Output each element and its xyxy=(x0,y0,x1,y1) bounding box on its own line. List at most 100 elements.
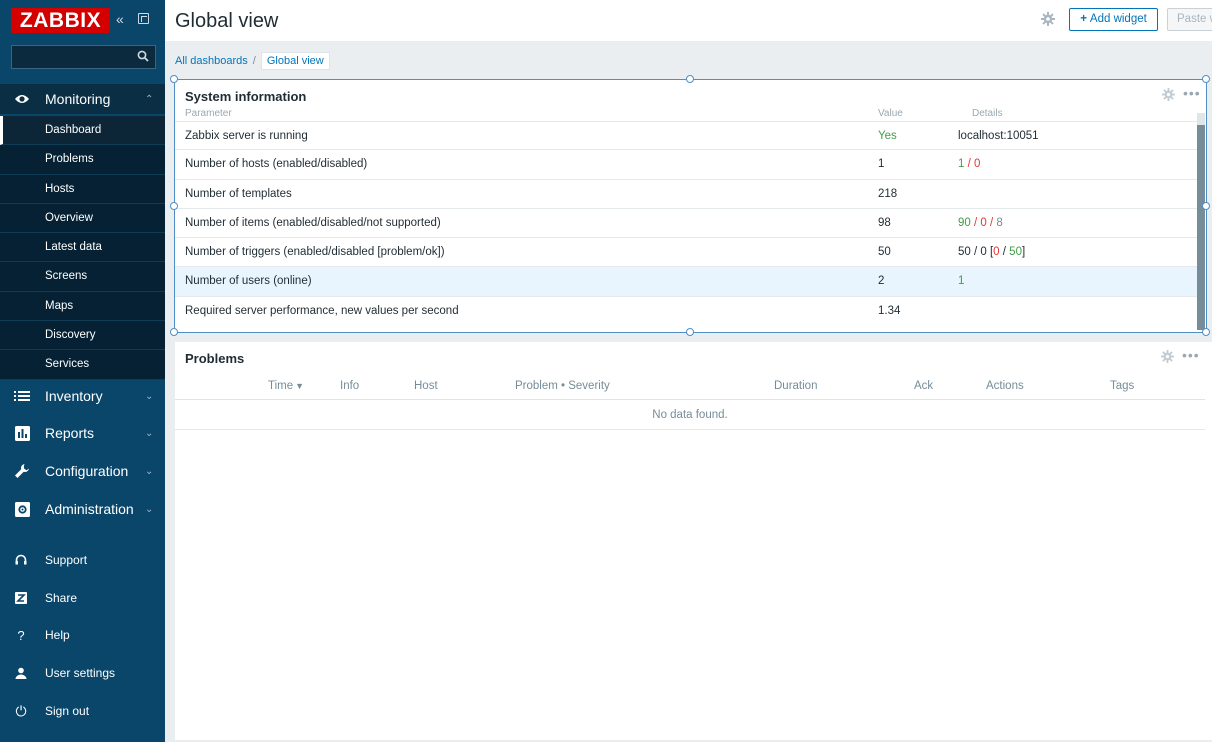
gear-icon[interactable] xyxy=(1041,12,1055,26)
breadcrumb-global-view[interactable]: Global view xyxy=(260,52,330,70)
add-widget-label: Add widget xyxy=(1089,13,1147,25)
add-widget-button[interactable]: + Add widget xyxy=(1069,8,1158,31)
hosts-separator: / xyxy=(964,158,974,171)
table-row: Number of users (online) 2 1 xyxy=(175,267,1197,297)
row-details: 1 xyxy=(958,275,965,288)
resize-handle[interactable] xyxy=(170,328,178,336)
submenu-item-latest-data[interactable]: Latest data xyxy=(0,233,165,263)
row-details: localhost:10051 xyxy=(958,130,1039,142)
system-information-widget[interactable]: System information ••• Parameter Value D… xyxy=(170,75,1210,336)
problems-widget[interactable]: Problems ••• Time ▼ Info Host Problem • S… xyxy=(175,342,1212,740)
sort-desc-icon: ▼ xyxy=(295,381,305,391)
scrollbar-track[interactable] xyxy=(1197,113,1205,330)
resize-handle[interactable] xyxy=(170,202,178,210)
admin-gear-icon xyxy=(7,501,37,517)
menu-configuration[interactable]: Configuration ⌄ xyxy=(0,452,165,490)
submenu-item-overview[interactable]: Overview xyxy=(0,204,165,234)
items-not-supported: 8 xyxy=(996,216,1003,229)
items-separator: / xyxy=(986,216,997,229)
submenu-item-maps[interactable]: Maps xyxy=(0,292,165,322)
resize-handle[interactable] xyxy=(1202,328,1210,336)
row-value: 1 xyxy=(878,158,885,171)
page-title: Global view xyxy=(175,10,279,32)
row-details: 90 / 0 / 8 xyxy=(958,217,1003,229)
triggers-separator: / xyxy=(999,246,1010,259)
sidebar-user-settings-label: User settings xyxy=(45,666,116,680)
resize-handle[interactable] xyxy=(686,75,694,83)
column-host: Host xyxy=(414,380,438,392)
submenu-item-hosts[interactable]: Hosts xyxy=(0,175,165,204)
menu-reports[interactable]: Reports ⌄ xyxy=(0,414,165,452)
paste-widget-button[interactable]: Paste w xyxy=(1167,8,1212,31)
row-parameter: Number of hosts (enabled/disabled) xyxy=(185,158,368,171)
column-time-label: Time xyxy=(268,380,294,392)
menu-monitoring-label: Monitoring xyxy=(45,91,111,107)
widget-menu-icon[interactable]: ••• xyxy=(1183,85,1201,101)
help-icon: ? xyxy=(17,627,25,643)
list-icon xyxy=(7,390,37,402)
triggers-suffix: ] xyxy=(1021,246,1026,259)
search-input[interactable] xyxy=(12,46,130,68)
submenu-item-dashboard[interactable]: Dashboard xyxy=(0,116,165,146)
column-problem-severity: Problem • Severity xyxy=(515,380,610,392)
search-box xyxy=(11,45,156,69)
plus-icon: + xyxy=(1080,13,1087,25)
sidebar-user-settings[interactable]: User settings xyxy=(0,658,165,688)
page-header: Global view +Add widget Paste w xyxy=(165,0,1212,41)
sidebar-sign-out-label: Sign out xyxy=(45,704,90,718)
row-value: 50 xyxy=(878,246,891,259)
row-value: 1.34 xyxy=(878,304,901,317)
column-header-value: Value xyxy=(878,108,903,116)
table-row: Number of items (enabled/disabled/not su… xyxy=(175,209,1197,239)
column-time[interactable]: Time ▼ xyxy=(268,380,304,392)
menu-administration[interactable]: Administration ⌄ xyxy=(0,490,165,528)
monitoring-submenu: Dashboard Problems Hosts Overview Latest… xyxy=(0,116,165,380)
widget-gear-icon[interactable] xyxy=(1161,350,1174,363)
no-data-message: No data found. xyxy=(175,400,1205,430)
widget-menu-icon[interactable]: ••• xyxy=(1182,347,1200,363)
submenu-item-services[interactable]: Services xyxy=(0,350,165,380)
sidebar-share[interactable]: Share xyxy=(0,583,165,613)
widget-gear-icon[interactable] xyxy=(1162,88,1175,101)
table-row: Number of hosts (enabled/disabled) 1 1 /… xyxy=(175,150,1197,180)
resize-handle[interactable] xyxy=(1202,202,1210,210)
wrench-icon xyxy=(7,463,37,479)
bar-chart-icon xyxy=(7,425,37,441)
breadcrumb-separator: / xyxy=(252,55,256,67)
items-enabled: 90 xyxy=(958,216,971,229)
menu-monitoring[interactable]: Monitoring ⌃ xyxy=(0,84,165,114)
row-value: Yes xyxy=(878,130,897,142)
column-tags: Tags xyxy=(1110,380,1135,392)
scrollbar-thumb[interactable] xyxy=(1197,125,1205,330)
row-parameter: Number of users (online) xyxy=(185,275,312,288)
row-parameter: Number of triggers (enabled/disabled [pr… xyxy=(185,246,445,259)
widget-title: Problems xyxy=(185,351,245,366)
column-header-details: Details xyxy=(972,108,1003,116)
chevron-down-icon: ⌄ xyxy=(145,465,154,477)
menu-inventory[interactable]: Inventory ⌄ xyxy=(0,377,165,415)
table-row: Zabbix server is running Yes localhost:1… xyxy=(175,121,1197,151)
resize-handle[interactable] xyxy=(170,75,178,83)
submenu-item-discovery[interactable]: Discovery xyxy=(0,321,165,351)
row-parameter: Number of items (enabled/disabled/not su… xyxy=(185,216,441,229)
submenu-item-problems[interactable]: Problems xyxy=(0,145,165,175)
row-parameter: Required server performance, new values … xyxy=(185,304,459,317)
search-icon[interactable] xyxy=(137,50,149,62)
submenu-item-screens[interactable]: Screens xyxy=(0,262,165,292)
table-row: Required server performance, new values … xyxy=(175,297,1197,326)
resize-handle[interactable] xyxy=(1202,75,1210,83)
menu-administration-label: Administration xyxy=(45,501,134,517)
sidebar-sign-out[interactable]: ⏻ Sign out xyxy=(0,696,165,726)
breadcrumb: All dashboards / Global view xyxy=(175,52,330,70)
sidebar-help[interactable]: ? Help xyxy=(0,620,165,650)
collapse-sidebar-icon[interactable]: « xyxy=(116,11,124,27)
zabbix-logo[interactable]: ZABBIX xyxy=(11,8,110,33)
menu-inventory-label: Inventory xyxy=(45,388,103,404)
column-duration: Duration xyxy=(774,380,818,392)
sidebar-support[interactable]: Support xyxy=(0,545,165,575)
menu-configuration-label: Configuration xyxy=(45,463,129,479)
breadcrumb-all-dashboards[interactable]: All dashboards xyxy=(175,55,248,67)
resize-handle[interactable] xyxy=(686,328,694,336)
kiosk-mode-icon[interactable] xyxy=(138,13,149,24)
widget-title: System information xyxy=(185,89,307,104)
